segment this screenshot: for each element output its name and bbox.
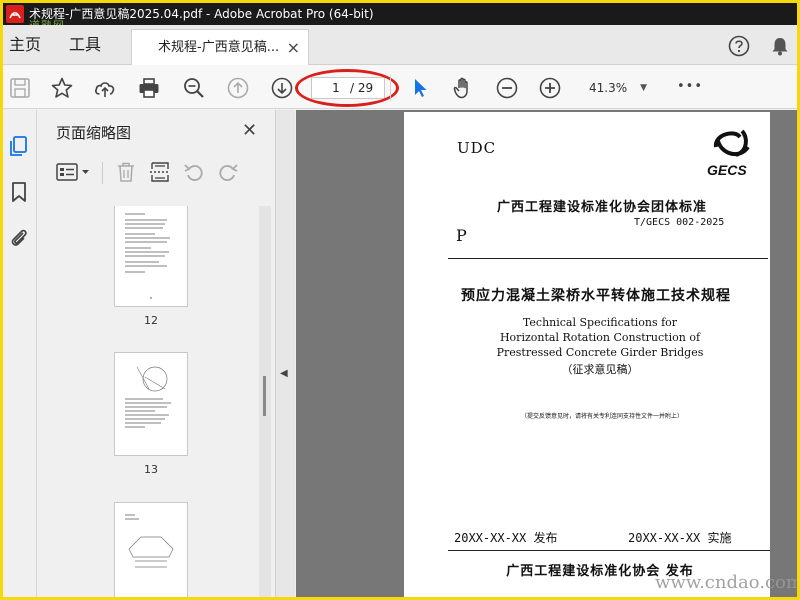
hand-icon bbox=[453, 77, 468, 99]
title-bar: 术规程-广西意见稿2025.04.pdf - Adobe Acrobat Pro… bbox=[3, 3, 797, 25]
star-icon bbox=[51, 77, 73, 98]
rotate-clockwise-icon[interactable] bbox=[216, 160, 240, 184]
document-title-cn: 预应力混凝土梁桥水平转体施工技术规程 bbox=[461, 288, 731, 304]
page-thumbnail[interactable] bbox=[114, 206, 188, 307]
magnifier-minus-icon bbox=[184, 78, 204, 98]
panel-toolbar bbox=[38, 154, 274, 190]
save-icon bbox=[10, 78, 30, 98]
document-title-en-line3: Prestressed Concrete Girder Bridges bbox=[496, 346, 704, 359]
scrollbar-thumb[interactable] bbox=[263, 376, 266, 416]
category-letter: P bbox=[456, 226, 467, 245]
gecs-logo: GECS bbox=[707, 129, 750, 178]
rotate-counterclockwise-icon[interactable] bbox=[182, 160, 206, 184]
panel-title: 页面缩略图 bbox=[56, 124, 132, 142]
app-window: 术规程-广西意见稿2025.04.pdf - Adobe Acrobat Pro… bbox=[3, 3, 797, 597]
bookmarks-icon[interactable] bbox=[7, 180, 31, 204]
minus-circle-icon bbox=[496, 77, 518, 99]
panel-collapse-handle[interactable]: ◀ bbox=[275, 110, 295, 597]
cursor-arrow-icon bbox=[415, 79, 427, 97]
document-view[interactable]: UDC GECS 广西工程建设标准化协会团体标准 T/GECS 002-2025… bbox=[296, 110, 797, 597]
navigation-rail bbox=[3, 110, 37, 597]
help-icon[interactable] bbox=[728, 35, 750, 57]
delete-trash-icon[interactable] bbox=[114, 160, 138, 184]
more-tools-button[interactable]: ••• bbox=[677, 79, 703, 94]
acrobat-logo-icon bbox=[6, 5, 24, 23]
tab-home[interactable]: 主页 bbox=[9, 25, 41, 65]
gecs-logo-text: GECS bbox=[707, 162, 747, 178]
pdf-page: UDC GECS 广西工程建设标准化协会团体标准 T/GECS 002-2025… bbox=[404, 112, 770, 597]
feedback-note: （提交反馈意见时，请将有关专利连同支持性文件一并附上） bbox=[520, 413, 683, 420]
chevron-down-icon: ▼ bbox=[640, 83, 647, 93]
thumbnail-page-label: 12 bbox=[144, 314, 158, 327]
document-title-en-line1: Technical Specifications for bbox=[522, 316, 678, 329]
udc-label: UDC bbox=[457, 139, 497, 157]
thumbnail-scrollbar[interactable] bbox=[259, 206, 271, 597]
watermark-bottom: www.cndao.com bbox=[655, 572, 797, 593]
document-title-en-line2: Horizontal Rotation Construction of bbox=[499, 331, 701, 344]
page-thumbnail-preview bbox=[125, 514, 174, 568]
thumbnail-options-icon[interactable] bbox=[56, 160, 92, 184]
draft-label: （征求意见稿） bbox=[561, 363, 639, 376]
hand-tool-button[interactable] bbox=[451, 76, 475, 100]
arrow-up-circle-icon bbox=[227, 77, 249, 99]
document-tab[interactable]: 术规程-广西意见稿... × bbox=[131, 29, 309, 66]
zoom-out-button[interactable] bbox=[495, 76, 519, 100]
zoom-in-button[interactable] bbox=[538, 76, 562, 100]
footer-rule bbox=[448, 550, 770, 551]
highlight-annotation-ellipse bbox=[295, 69, 399, 107]
standard-code: T/GECS 002-2025 bbox=[634, 217, 725, 228]
zoom-level-dropdown[interactable]: 41.3% ▼ bbox=[581, 77, 651, 99]
zoom-level-value: 41.3% bbox=[589, 81, 628, 95]
thumbnail-page-label: 13 bbox=[144, 463, 158, 476]
main-toolbar: 1 / 29 41.3% ▼ ••• bbox=[3, 65, 797, 109]
extract-pages-icon[interactable] bbox=[148, 160, 172, 184]
select-tool-button[interactable] bbox=[408, 76, 432, 100]
printer-icon bbox=[139, 78, 159, 98]
tab-tools[interactable]: 工具 bbox=[69, 25, 101, 65]
upload-cloud-button[interactable] bbox=[93, 76, 117, 100]
notification-bell-icon[interactable] bbox=[769, 35, 791, 57]
chevron-left-icon: ◀ bbox=[280, 368, 288, 379]
cloud-upload-icon bbox=[95, 82, 115, 97]
document-tab-label: 术规程-广西意见稿... bbox=[158, 40, 280, 55]
close-panel-button[interactable]: ✕ bbox=[242, 120, 257, 141]
arrow-down-circle-icon bbox=[271, 77, 293, 99]
window-title: 术规程-广西意见稿2025.04.pdf - Adobe Acrobat Pro… bbox=[29, 7, 374, 21]
page-thumbnail[interactable] bbox=[114, 352, 188, 456]
tab-bar: 主页 工具 术规程-广西意见稿... × bbox=[3, 25, 797, 66]
plus-circle-icon bbox=[539, 77, 561, 99]
zoom-search-button[interactable] bbox=[182, 76, 206, 100]
page-thumbnails-icon[interactable] bbox=[7, 134, 31, 158]
save-button[interactable] bbox=[8, 76, 32, 100]
issue-date: 20XX-XX-XX 发布 bbox=[454, 531, 558, 545]
toolbar-separator bbox=[390, 75, 391, 101]
implementation-date: 20XX-XX-XX 实施 bbox=[628, 531, 732, 545]
document-organization: 广西工程建设标准化协会团体标准 bbox=[496, 200, 707, 215]
attachments-paperclip-icon[interactable] bbox=[7, 226, 31, 250]
next-page-button[interactable] bbox=[270, 76, 294, 100]
header-rule bbox=[448, 258, 768, 259]
previous-page-button[interactable] bbox=[226, 76, 250, 100]
panel-toolbar-separator bbox=[102, 162, 103, 184]
page-thumbnail[interactable] bbox=[114, 502, 188, 597]
page-thumbnail-preview bbox=[125, 366, 171, 428]
close-tab-button[interactable]: × bbox=[287, 30, 300, 66]
thumbnails-panel: 页面缩略图 ✕ 12 13 bbox=[38, 110, 274, 597]
thumbnail-list: 12 13 bbox=[38, 206, 258, 597]
bookmark-star-button[interactable] bbox=[50, 76, 74, 100]
page-thumbnail-preview bbox=[125, 213, 170, 299]
print-button[interactable] bbox=[137, 76, 161, 100]
